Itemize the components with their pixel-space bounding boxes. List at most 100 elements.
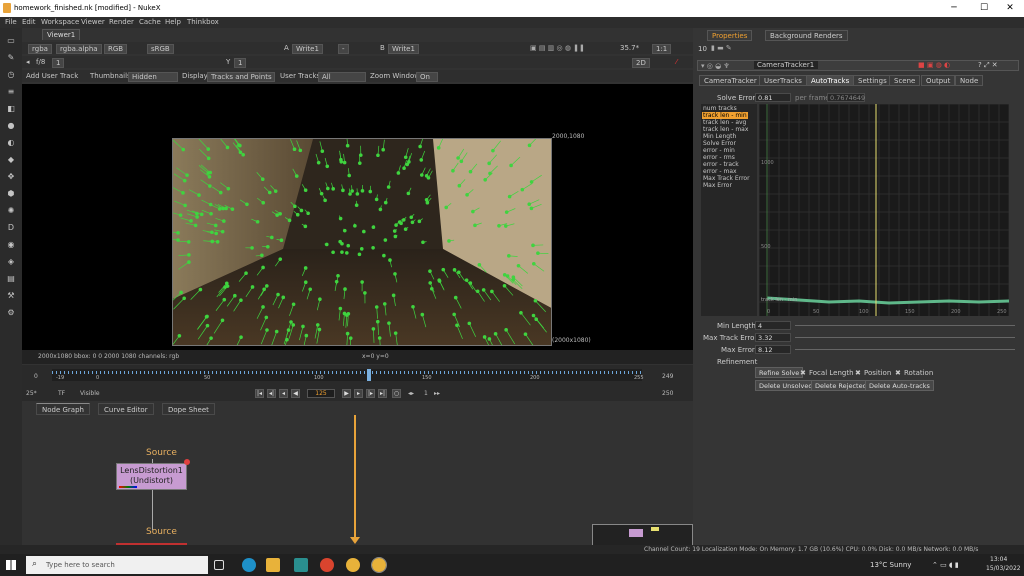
track-point[interactable] bbox=[497, 223, 501, 228]
views-tool-icon[interactable]: ◉ bbox=[5, 240, 17, 250]
track-point[interactable] bbox=[317, 327, 322, 332]
track-point[interactable] bbox=[471, 209, 475, 214]
track-point[interactable] bbox=[360, 280, 364, 284]
track-point[interactable] bbox=[410, 220, 415, 225]
timeline-end[interactable]: 249 bbox=[662, 373, 673, 380]
track-point[interactable] bbox=[417, 219, 422, 224]
track-point[interactable] bbox=[459, 159, 464, 164]
loop-button[interactable]: ○ bbox=[392, 389, 401, 398]
track-point[interactable] bbox=[452, 312, 456, 317]
visible-select[interactable]: Visible bbox=[80, 390, 100, 397]
track-point[interactable] bbox=[210, 230, 214, 235]
track-point[interactable] bbox=[436, 146, 441, 150]
b-input-select[interactable]: Write1 bbox=[388, 44, 419, 54]
track-point[interactable] bbox=[359, 247, 364, 251]
track-point[interactable] bbox=[437, 278, 441, 283]
go-start-button[interactable]: |◂ bbox=[255, 389, 264, 398]
track-point[interactable] bbox=[451, 168, 455, 173]
task-view-icon[interactable] bbox=[214, 560, 224, 570]
tab-node-graph[interactable]: Node Graph bbox=[36, 403, 90, 415]
frame-increment[interactable]: 1 bbox=[424, 390, 428, 397]
menu-thinkbox[interactable]: Thinkbox bbox=[187, 18, 219, 26]
track-point[interactable] bbox=[383, 200, 388, 205]
track-point[interactable] bbox=[206, 147, 211, 151]
track-point[interactable] bbox=[532, 261, 536, 266]
app-icon-m[interactable] bbox=[294, 558, 308, 572]
play-forward-button[interactable]: ▶ bbox=[342, 389, 351, 398]
track-point[interactable] bbox=[386, 185, 391, 189]
tf-select[interactable]: TF bbox=[58, 390, 65, 397]
track-point[interactable] bbox=[406, 191, 411, 196]
track-point[interactable] bbox=[315, 323, 320, 327]
track-point[interactable] bbox=[502, 283, 507, 288]
track-point[interactable] bbox=[179, 290, 183, 295]
gamma-field[interactable]: 1 bbox=[234, 58, 247, 68]
track-point[interactable] bbox=[465, 193, 469, 197]
track-point[interactable] bbox=[286, 328, 291, 332]
track-point[interactable] bbox=[348, 336, 353, 340]
track-point[interactable] bbox=[189, 219, 193, 223]
track-point[interactable] bbox=[239, 298, 243, 303]
menu-render[interactable]: Render bbox=[109, 18, 134, 26]
display-select[interactable]: Tracks and Points bbox=[207, 72, 275, 82]
track-point[interactable] bbox=[318, 297, 322, 302]
rotation-check-icon[interactable]: ✖ bbox=[895, 369, 901, 377]
track-point[interactable] bbox=[493, 332, 498, 336]
track-point[interactable] bbox=[482, 335, 487, 339]
track-point[interactable] bbox=[233, 293, 237, 298]
3d-tool-icon[interactable]: ⬢ bbox=[5, 189, 17, 199]
prev-frame-button[interactable]: ◂ bbox=[279, 389, 288, 398]
merge-tool-icon[interactable]: ◆ bbox=[5, 155, 17, 165]
curve-item[interactable]: track len - max bbox=[702, 126, 749, 133]
zoom-value[interactable]: 35.7* bbox=[620, 44, 639, 52]
track-point[interactable] bbox=[218, 190, 223, 195]
track-point[interactable] bbox=[281, 295, 286, 300]
track-point[interactable] bbox=[490, 289, 494, 294]
zoom-window-select[interactable]: On bbox=[416, 72, 438, 82]
close-button[interactable]: ✕ bbox=[996, 1, 1024, 15]
gain-icon[interactable]: ◂ bbox=[26, 58, 30, 66]
track-point[interactable] bbox=[320, 149, 325, 154]
track-point[interactable] bbox=[418, 144, 422, 149]
tab-viewer1[interactable]: Viewer1 bbox=[42, 29, 81, 40]
track-point[interactable] bbox=[195, 215, 199, 219]
track-point[interactable] bbox=[265, 244, 270, 249]
menu-file[interactable]: File bbox=[5, 18, 17, 26]
track-point[interactable] bbox=[303, 266, 308, 270]
max-error-slider[interactable] bbox=[795, 349, 1015, 350]
track-point[interactable] bbox=[301, 324, 305, 329]
nuke-icon-2[interactable] bbox=[371, 557, 387, 573]
track-point[interactable] bbox=[291, 323, 296, 327]
track-point[interactable] bbox=[363, 291, 367, 295]
track-point[interactable] bbox=[294, 174, 299, 178]
track-point[interactable] bbox=[260, 177, 265, 182]
track-point[interactable] bbox=[529, 180, 534, 184]
track-point[interactable] bbox=[304, 333, 309, 338]
menu-viewer[interactable]: Viewer bbox=[81, 18, 105, 26]
track-point[interactable] bbox=[220, 229, 225, 234]
track-point[interactable] bbox=[345, 143, 350, 148]
track-point[interactable] bbox=[193, 223, 198, 228]
track-point[interactable] bbox=[299, 208, 304, 213]
track-point[interactable] bbox=[250, 285, 255, 289]
skip-icon[interactable]: ◂▸ bbox=[408, 390, 414, 397]
track-point[interactable] bbox=[347, 173, 352, 178]
track-point[interactable] bbox=[208, 184, 212, 188]
track-point[interactable] bbox=[213, 223, 218, 228]
focal-length-check-icon[interactable]: ✖ bbox=[800, 369, 806, 377]
user-tracks-select[interactable]: All bbox=[318, 72, 366, 82]
track-point[interactable] bbox=[291, 302, 296, 307]
node-name-field[interactable]: CameraTracker1 bbox=[754, 61, 818, 69]
track-point[interactable] bbox=[531, 313, 536, 318]
time-tool-icon[interactable]: ◷ bbox=[5, 70, 17, 80]
track-point[interactable] bbox=[357, 161, 362, 165]
track-point[interactable] bbox=[293, 204, 297, 209]
track-point[interactable] bbox=[426, 176, 431, 180]
track-point[interactable] bbox=[502, 273, 507, 277]
keyer-tool-icon[interactable]: ◐ bbox=[5, 138, 17, 148]
track-point[interactable] bbox=[199, 212, 204, 217]
track-point[interactable] bbox=[488, 171, 492, 176]
track-point[interactable] bbox=[371, 225, 376, 230]
track-point[interactable] bbox=[205, 323, 210, 328]
rgb-select[interactable]: RGB bbox=[104, 44, 128, 54]
